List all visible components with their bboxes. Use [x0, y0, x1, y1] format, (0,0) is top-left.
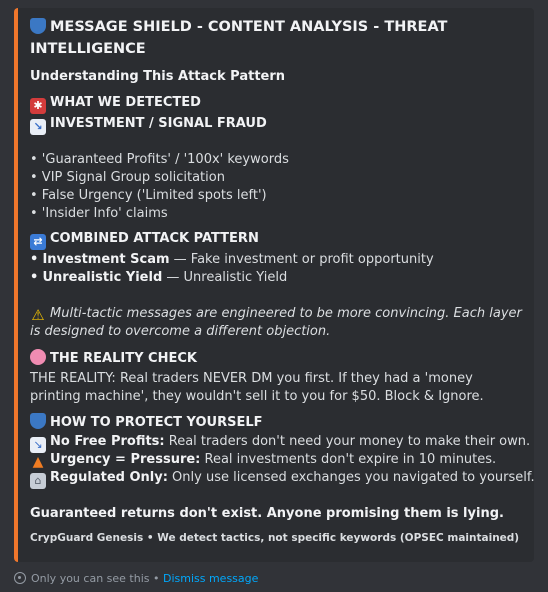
embed-title: MESSAGE SHIELD - CONTENT ANALYSIS - THRE…	[30, 16, 524, 60]
warning-note: ⚠ Multi-tactic messages are engineered to…	[30, 305, 524, 341]
protect-item: ⌂ Regulated Only: Only use licensed excha…	[30, 470, 535, 489]
bullet-item: • 'Guaranteed Profits' / '100x' keywords	[30, 152, 289, 167]
chart-down-icon: ↘	[30, 437, 46, 453]
protect-item-label: No Free Profits:	[50, 434, 165, 449]
bullet-item: • 'Insider Info' claims	[30, 206, 168, 221]
chart-down-icon: ↘	[30, 119, 46, 135]
bullet-item: • VIP Signal Group solicitation	[30, 170, 225, 185]
combined-item: • Unrealistic Yield — Unrealistic Yield	[30, 270, 524, 285]
combined-item-label: Investment Scam	[42, 252, 170, 267]
dismiss-message-link[interactable]: Dismiss message	[163, 572, 258, 585]
ephemeral-notice: Only you can see this • Dismiss message	[14, 572, 258, 585]
warning-text: Multi-tactic messages are engineered to …	[30, 306, 522, 339]
protect-heading: HOW TO PROTECT YOURSELF	[30, 413, 524, 430]
bullet-item: • False Urgency ('Limited spots left')	[30, 188, 267, 203]
protect-heading-text: HOW TO PROTECT YOURSELF	[50, 415, 263, 430]
eye-icon	[14, 572, 26, 584]
protect-item-text: Only use licensed exchanges you navigate…	[167, 470, 535, 485]
cone-icon: ▲	[32, 454, 44, 470]
shield-icon	[30, 18, 46, 34]
reality-heading-text: THE REALITY CHECK	[50, 351, 197, 366]
protect-item-label: Urgency = Pressure:	[50, 452, 201, 467]
combined-item: • Investment Scam — Fake investment or p…	[30, 252, 524, 267]
shuffle-icon: ⇄	[30, 234, 46, 250]
protect-item: ↘ No Free Profits: Real traders don't nee…	[30, 434, 530, 453]
detected-heading-text: WHAT WE DETECTED	[50, 95, 201, 110]
combined-item-label: Unrealistic Yield	[42, 270, 163, 285]
combined-heading-text: COMBINED ATTACK PATTERN	[50, 231, 259, 246]
message-embed: MESSAGE SHIELD - CONTENT ANALYSIS - THRE…	[14, 8, 535, 562]
embed-footer: CrypGuard Genesis • We detect tactics, n…	[30, 532, 520, 544]
reality-text: THE REALITY: Real traders NEVER DM you f…	[30, 371, 484, 404]
protect-item-text: Real investments don't expire in 10 minu…	[200, 452, 497, 467]
combined-item-text: — Unrealistic Yield	[162, 270, 288, 285]
reality-heading: THE REALITY CHECK	[30, 349, 524, 366]
combined-heading: ⇄ COMBINED ATTACK PATTERN	[30, 231, 524, 250]
subheading: Understanding This Attack Pattern	[30, 69, 286, 84]
embed-title-text: MESSAGE SHIELD - CONTENT ANALYSIS - THRE…	[30, 19, 448, 57]
shield-icon	[30, 413, 46, 429]
warning-icon: ⚠	[31, 306, 45, 324]
detected-heading: ✱ WHAT WE DETECTED	[30, 95, 524, 114]
bank-icon: ⌂	[30, 473, 46, 489]
fraud-heading: ↘ INVESTMENT / SIGNAL FRAUD	[30, 116, 524, 135]
ephemeral-text: Only you can see this •	[31, 572, 163, 585]
siren-icon: ✱	[30, 98, 46, 114]
closing-statement: Guaranteed returns don't exist. Anyone p…	[30, 506, 504, 521]
combined-item-bullet: •	[30, 252, 39, 267]
combined-item-text: — Fake investment or profit opportunity	[169, 252, 434, 267]
protect-item: ▲ Urgency = Pressure: Real investments do…	[30, 452, 524, 470]
brain-icon	[30, 349, 46, 365]
protect-item-text: Real traders don't need your money to ma…	[164, 434, 531, 449]
protect-item-label: Regulated Only:	[50, 470, 168, 485]
combined-item-bullet: •	[30, 270, 39, 285]
fraud-heading-text: INVESTMENT / SIGNAL FRAUD	[50, 116, 267, 131]
